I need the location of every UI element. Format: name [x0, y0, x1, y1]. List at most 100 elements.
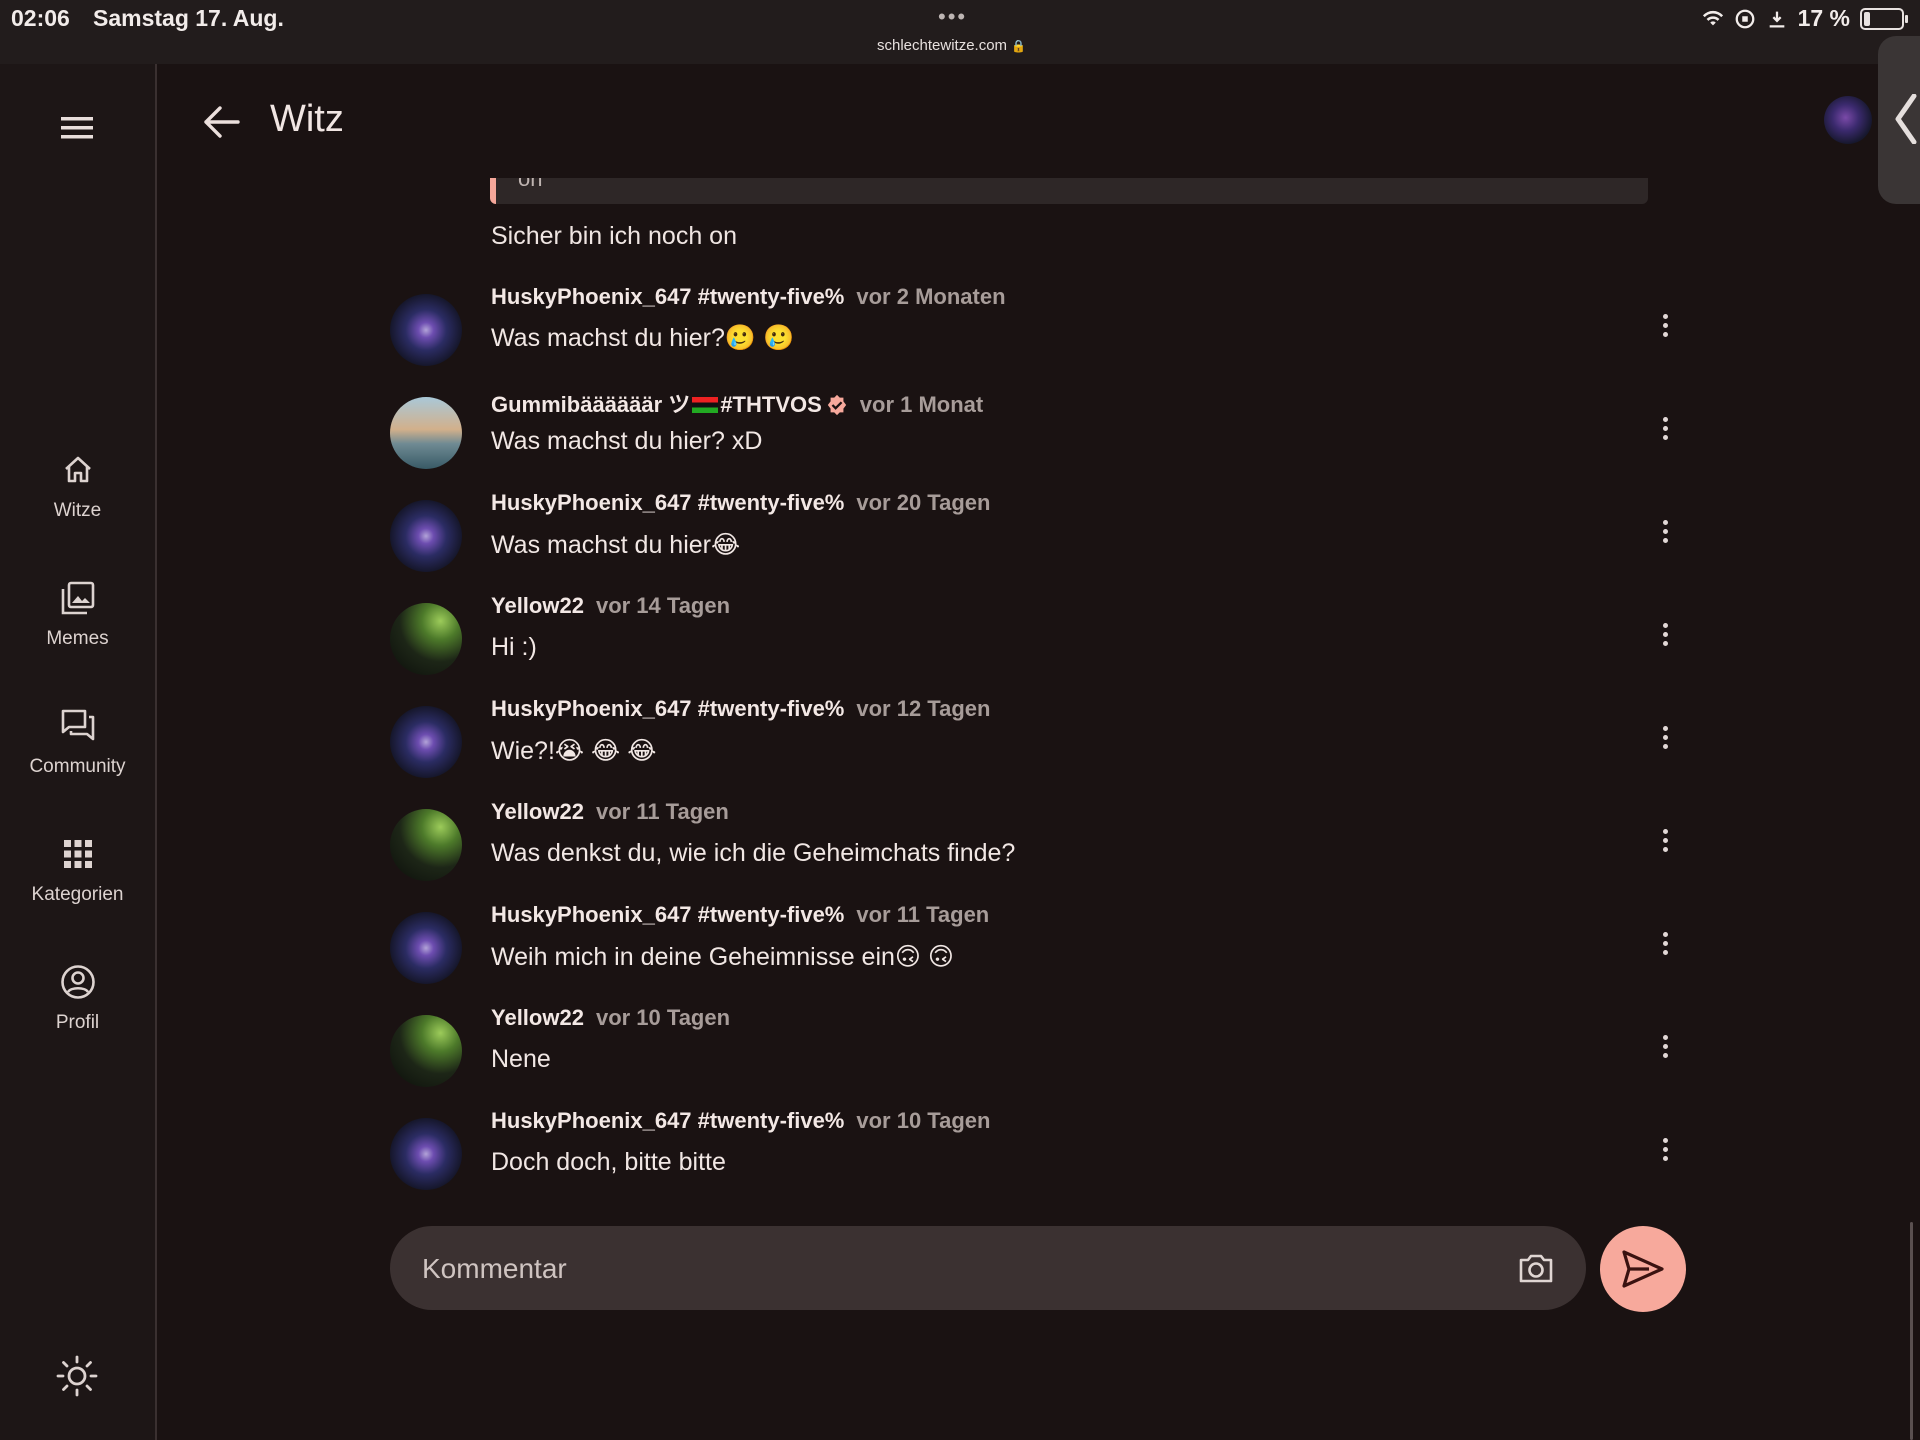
more-options-icon[interactable]	[1663, 726, 1669, 750]
comment-avatar[interactable]	[390, 1015, 462, 1087]
comment-input[interactable]	[420, 1240, 1494, 1298]
comment-avatar[interactable]	[390, 603, 462, 675]
url-text: schlechtewitze.com	[877, 37, 1008, 54]
comment-author[interactable]: Gummibäääääär ツ #THTVOS	[491, 392, 822, 417]
nav-item-witze[interactable]: Witze	[0, 450, 155, 522]
comment-text: Sicher bin ich noch on	[491, 222, 737, 250]
wifi-icon	[1702, 10, 1723, 25]
status-bar: 02:06 Samstag 17. Aug. ••• schlechtewitz…	[0, 0, 1920, 64]
nav-label: Witze	[53, 500, 102, 521]
quoted-reply: on	[490, 178, 1648, 204]
more-options-icon[interactable]	[1663, 932, 1669, 956]
nav-item-profil[interactable]: Profil	[0, 962, 155, 1034]
comment-text: Weih mich in deine Geheimnisse ein🙃 🙃	[491, 943, 954, 971]
navigation-rail: Witze Memes Community Kategorien Profil	[0, 64, 157, 1440]
comment-text: Nene	[491, 1045, 551, 1073]
nav-label: Memes	[46, 628, 109, 649]
comment-item: HuskyPhoenix_647 #twenty-five% vor 20 Tag…	[390, 490, 1690, 590]
forum-icon	[61, 709, 94, 741]
comment-author[interactable]: Yellow22	[491, 1005, 584, 1030]
more-options-icon[interactable]	[1663, 829, 1669, 853]
comment-author[interactable]: HuskyPhoenix_647 #twenty-five%	[491, 902, 844, 927]
comment-time: vor 2 Monaten	[856, 284, 1006, 309]
comment-item: Yellow22 vor 14 Tagen Hi :)	[390, 593, 1690, 693]
account-icon	[60, 965, 95, 999]
comment-avatar[interactable]	[390, 1118, 462, 1190]
comment-text: Was denkst du, wie ich die Geheimchats f…	[491, 839, 1016, 867]
send-button[interactable]	[1600, 1226, 1686, 1312]
comment-text: Wie?!😭 😂 😂	[491, 737, 657, 765]
nav-label: Community	[29, 756, 126, 777]
flag-icon	[692, 397, 719, 413]
lock-icon: 🔒	[1011, 39, 1027, 53]
comment-author[interactable]: Yellow22	[491, 799, 584, 824]
nav-label: Profil	[55, 1012, 100, 1033]
rotation-lock-icon	[1735, 9, 1754, 28]
hamburger-menu-icon[interactable]	[57, 108, 97, 148]
scrollbar[interactable]	[1910, 1222, 1913, 1440]
comment-author[interactable]: HuskyPhoenix_647 #twenty-five%	[491, 284, 844, 309]
comment-item: Yellow22 vor 10 Tagen Nene	[390, 1005, 1690, 1105]
battery-icon	[1860, 7, 1908, 30]
comment-time: vor 11 Tagen	[856, 902, 990, 927]
comment-composer	[390, 1226, 1586, 1310]
comment-author[interactable]: HuskyPhoenix_647 #twenty-five%	[491, 1108, 844, 1133]
comment-item: HuskyPhoenix_647 #twenty-five% vor 12 Tag…	[390, 696, 1690, 796]
status-icons: 17 %	[1702, 5, 1908, 32]
location-icon	[1769, 11, 1784, 27]
more-options-icon[interactable]	[1663, 623, 1669, 647]
comment-time: vor 11 Tagen	[595, 799, 729, 824]
comment-avatar[interactable]	[390, 912, 462, 984]
side-panel-handle[interactable]	[1878, 36, 1920, 204]
more-options-icon[interactable]	[1663, 1035, 1669, 1059]
nav-item-kategorien[interactable]: Kategorien	[0, 834, 155, 906]
comment-avatar[interactable]	[390, 809, 462, 881]
multitasking-dots[interactable]: •••	[938, 4, 967, 30]
comment-item: Yellow22 vor 11 Tagen Was denkst du, wie …	[390, 799, 1690, 899]
comment-avatar[interactable]	[390, 294, 462, 366]
user-avatar[interactable]	[1824, 96, 1872, 144]
comment-time: vor 10 Tagen	[595, 1005, 731, 1030]
comment-author[interactable]: HuskyPhoenix_647 #twenty-five%	[491, 490, 844, 515]
send-icon	[1622, 1250, 1664, 1288]
comment-text: Was machst du hier? xD	[491, 427, 763, 455]
url-bar[interactable]: schlechtewitze.com 🔒	[877, 37, 1026, 54]
more-options-icon[interactable]	[1663, 520, 1669, 544]
back-arrow-icon[interactable]	[200, 102, 242, 142]
comment-avatar[interactable]	[390, 500, 462, 572]
comment-time: vor 10 Tagen	[856, 1108, 991, 1133]
comment-text: Doch doch, bitte bitte	[491, 1148, 726, 1176]
comment-text: Was machst du hier😂	[491, 531, 741, 559]
verified-badge-icon	[827, 394, 846, 416]
comment-time: vor 12 Tagen	[856, 696, 991, 721]
comment-author[interactable]: Yellow22	[491, 593, 584, 618]
more-options-icon[interactable]	[1663, 417, 1669, 441]
battery-percent: 17 %	[1797, 5, 1850, 31]
comment-item: Gummibäääääär ツ #THTVOS vor 1 Monat Was ma…	[390, 387, 1690, 487]
chevron-left-icon	[1895, 94, 1917, 144]
nav-item-memes[interactable]: Memes	[0, 578, 155, 650]
comment-item: HuskyPhoenix_647 #twenty-five% vor 2 Mona…	[390, 284, 1690, 384]
comment-avatar[interactable]	[390, 706, 462, 778]
quoted-text: on	[518, 178, 543, 191]
nav-item-community[interactable]: Community	[0, 706, 155, 778]
comment-avatar[interactable]	[390, 397, 462, 469]
home-icon	[64, 456, 91, 483]
comment-author[interactable]: HuskyPhoenix_647 #twenty-five%	[491, 696, 844, 721]
images-icon	[61, 581, 94, 615]
status-time: 02:06	[11, 5, 70, 31]
comment-time: vor 14 Tagen	[595, 593, 731, 618]
comment-text: Was machst du hier?🥲 🥲	[491, 324, 795, 352]
camera-icon[interactable]	[1516, 1248, 1556, 1288]
comment-item: HuskyPhoenix_647 #twenty-five% vor 11 Tag…	[390, 902, 1690, 1002]
status-date: Samstag 17. Aug.	[93, 5, 284, 31]
page-title: Witz	[270, 98, 344, 140]
more-options-icon[interactable]	[1663, 1138, 1669, 1162]
comment-time: vor 1 Monat	[859, 392, 984, 417]
comment-text: Hi :)	[491, 633, 537, 661]
comment-item: HuskyPhoenix_647 #twenty-five% vor 10 Tag…	[390, 1108, 1690, 1208]
theme-toggle-sun-icon[interactable]	[55, 1354, 99, 1398]
more-options-icon[interactable]	[1663, 314, 1669, 338]
grid-icon	[63, 840, 92, 868]
comment-time: vor 20 Tagen	[856, 490, 991, 515]
